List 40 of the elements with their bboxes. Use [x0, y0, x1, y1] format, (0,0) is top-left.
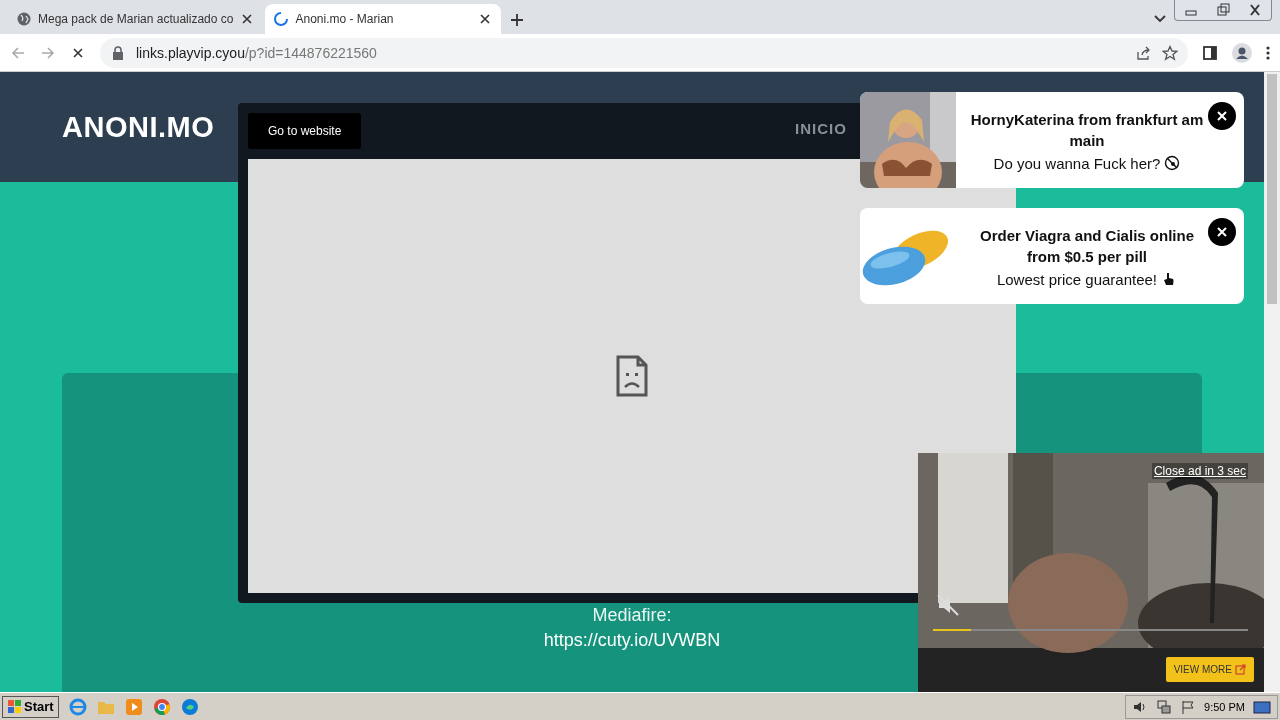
notification-ad[interactable]: HornyKaterina from frankfurt am main Do you wanna Fuck her?: [860, 92, 1244, 188]
close-button[interactable]: [1208, 102, 1236, 130]
muted-speaker-icon[interactable]: [936, 593, 960, 617]
close-button[interactable]: [1208, 218, 1236, 246]
ad-text: Do you wanna Fuck her?: [993, 154, 1161, 172]
download-label: Mediafire:: [592, 605, 672, 626]
chrome-icon[interactable]: [152, 697, 171, 716]
ad-text: Lowest price guarantee!: [996, 270, 1158, 288]
globe-icon: [16, 11, 32, 27]
new-tab-icon[interactable]: [509, 12, 526, 28]
notification-ad[interactable]: Order Viagra and Cialis online from $0.5 per pill Lowest price guarantee!: [860, 208, 1244, 304]
side-panel-icon[interactable]: [1202, 44, 1218, 61]
share-icon[interactable]: [1136, 44, 1152, 61]
clock[interactable]: 9:50 PM: [1204, 700, 1245, 713]
network-icon[interactable]: [1156, 698, 1173, 715]
profile-icon[interactable]: [1232, 42, 1252, 63]
address-bar[interactable]: links.playvip.cyou/p?id=144876221560: [100, 37, 1188, 68]
show-desktop-icon[interactable]: [1253, 698, 1271, 715]
download-link[interactable]: https://cuty.io/UVWBN: [543, 630, 721, 651]
ad-title: Order Viagra and Cialis online from $0.5 per pill: [979, 225, 1195, 267]
lock-icon: [110, 44, 126, 61]
scrollbar[interactable]: [1264, 72, 1280, 692]
browser-tab[interactable]: Anoni.mo - Marian: [265, 4, 502, 34]
ad-title: HornyKaterina from frankfurt am main: [969, 109, 1205, 151]
sad-page-icon: [616, 355, 648, 397]
site-logo[interactable]: ANONI.MO: [62, 110, 215, 144]
go-to-website-button[interactable]: Go to website: [248, 113, 362, 149]
nav-link[interactable]: INICIO: [795, 120, 847, 137]
star-icon[interactable]: [1162, 44, 1178, 61]
external-link-icon: [1235, 664, 1246, 675]
start-button[interactable]: Start: [2, 695, 59, 718]
flag-icon[interactable]: [1180, 698, 1197, 715]
loading-spinner-icon: [273, 11, 290, 27]
menu-icon[interactable]: [1266, 44, 1270, 61]
view-more-button[interactable]: VIEW MORE: [1165, 657, 1254, 682]
windows-logo-icon: [7, 699, 22, 714]
browser-tab[interactable]: Mega pack de Marian actualizado co: [8, 4, 264, 34]
close-ad-link[interactable]: Close ad in 3 sec: [1151, 463, 1248, 479]
adult-only-icon: [1164, 155, 1181, 171]
edge-icon[interactable]: [180, 697, 199, 716]
